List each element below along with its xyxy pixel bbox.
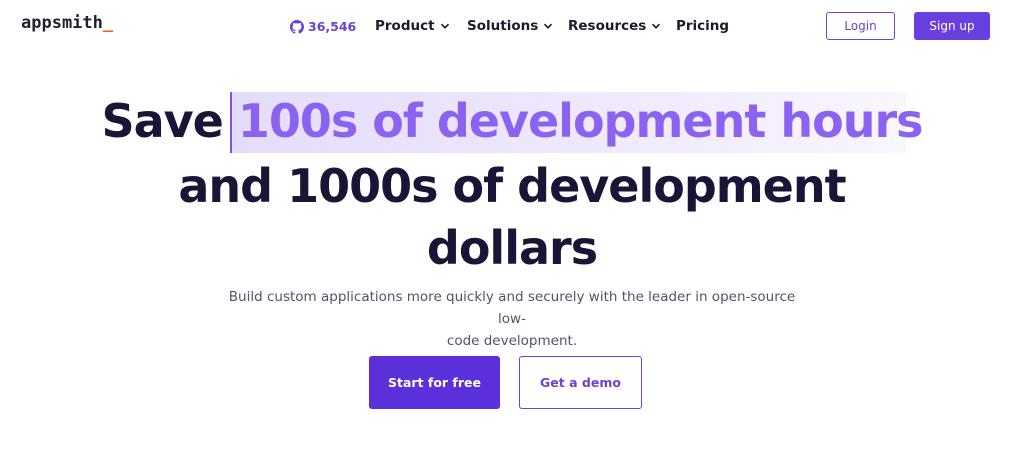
get-a-demo-button[interactable]: Get a demo xyxy=(519,356,642,409)
nav-resources[interactable]: Resources xyxy=(568,18,661,34)
github-star-count: 36,546 xyxy=(308,19,357,34)
github-icon xyxy=(290,19,304,34)
nav-product[interactable]: Product xyxy=(375,18,450,34)
nav-solutions[interactable]: Solutions xyxy=(467,18,553,34)
top-nav: appsmith_ 36,546 Product Solutions Resou… xyxy=(0,0,1024,54)
chevron-down-icon xyxy=(440,21,450,31)
hero-subtitle: Build custom applications more quickly a… xyxy=(220,286,804,352)
nav-resources-label: Resources xyxy=(568,18,647,34)
hero-subtitle-line-1: Build custom applications more quickly a… xyxy=(228,289,796,327)
headline-highlight-text: 100s of development hours xyxy=(237,94,924,148)
login-button[interactable]: Login xyxy=(826,12,895,40)
nav-pricing[interactable]: Pricing xyxy=(676,18,729,34)
chevron-down-icon xyxy=(543,21,553,31)
nav-pricing-label: Pricing xyxy=(676,18,730,34)
logo-text: appsmith xyxy=(21,13,103,33)
headline-line-3: dollars xyxy=(426,221,598,275)
nav-product-label: Product xyxy=(375,18,435,34)
logo-cursor: _ xyxy=(102,13,114,33)
appsmith-logo[interactable]: appsmith_ xyxy=(21,13,113,33)
github-stars-link[interactable]: 36,546 xyxy=(290,19,356,34)
nav-solutions-label: Solutions xyxy=(467,18,539,34)
hero-subtitle-line-2: code development. xyxy=(446,333,578,349)
headline-line-2: and 1000s of development xyxy=(178,159,846,213)
chevron-down-icon xyxy=(651,21,661,31)
start-for-free-button[interactable]: Start for free xyxy=(369,356,500,409)
headline-line-1: Save 100s of development hours xyxy=(0,94,1024,148)
headline-prefix: Save xyxy=(101,94,238,148)
signup-button[interactable]: Sign up xyxy=(914,12,990,40)
